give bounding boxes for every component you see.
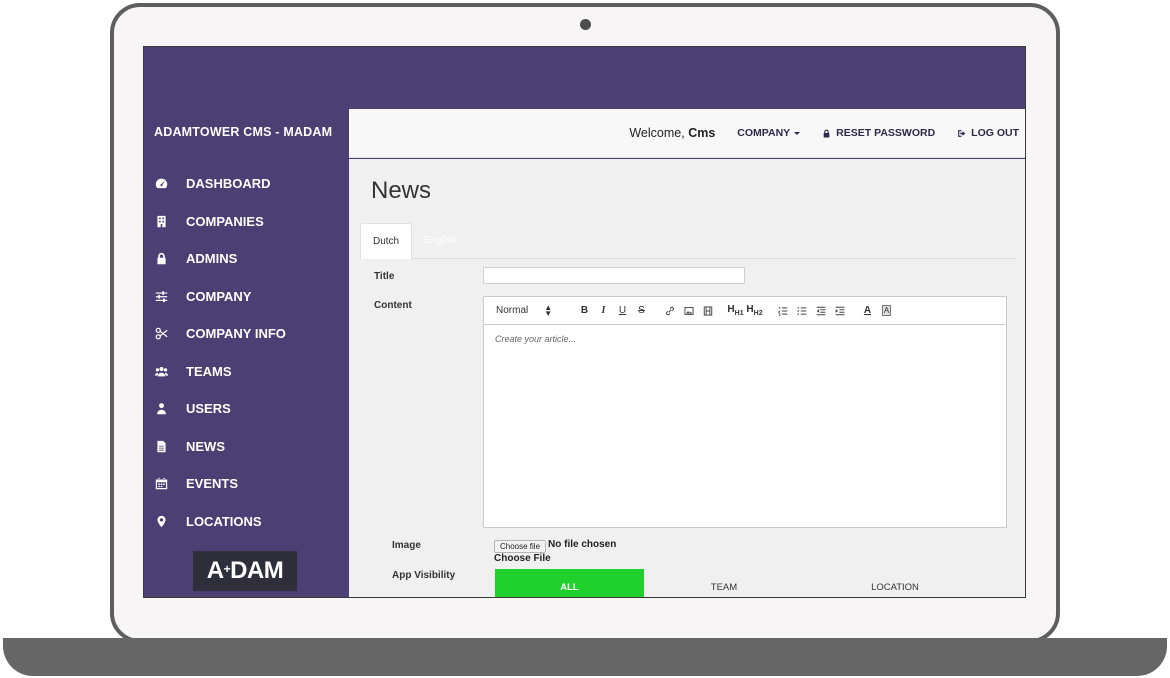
sidebar-item-label: COMPANY	[186, 288, 252, 304]
sign-out-icon	[958, 129, 966, 137]
topbar: Welcome, Cms COMPANY RESET PASSWORD LOG …	[349, 109, 1025, 158]
sliders-icon	[153, 288, 169, 304]
user-icon	[153, 401, 169, 417]
background-color-button[interactable]: A	[877, 305, 896, 316]
tab-english[interactable]: English	[412, 223, 469, 259]
sidebar-item-label: COMPANY INFO	[186, 326, 286, 342]
link-icon	[665, 306, 674, 315]
outdent-icon	[816, 306, 825, 315]
adam-logo: A + DAM	[193, 551, 297, 591]
file-status-text: No file chosen	[548, 539, 617, 550]
screen: ADAMTOWER CMS - MADAM DASHBOARD COMPANIE…	[143, 46, 1026, 598]
company-dropdown[interactable]: COMPANY	[737, 127, 801, 139]
laptop-base	[3, 638, 1167, 676]
app-visibility-label: App Visibility	[392, 570, 456, 581]
heading2-button[interactable]: HH2	[745, 304, 764, 317]
choose-file-label: Choose File	[494, 553, 551, 564]
sidebar-item-label: LOCATIONS	[186, 513, 262, 529]
film-icon	[703, 305, 712, 316]
sidebar-item-company[interactable]: COMPANY	[144, 278, 349, 316]
sidebar-item-dashboard[interactable]: DASHBOARD	[144, 165, 349, 203]
log-out-link[interactable]: LOG OUT	[957, 127, 1019, 139]
main-content: News Dutch English Title Content Normal …	[349, 159, 1025, 597]
sidebar-item-companies[interactable]: COMPANIES	[144, 203, 349, 241]
sidebar-item-label: TEAMS	[186, 363, 232, 379]
calendar-icon	[153, 476, 169, 492]
indent-icon	[835, 306, 844, 315]
sidebar-item-teams[interactable]: TEAMS	[144, 353, 349, 391]
building-icon	[153, 213, 169, 229]
bullet-list-button[interactable]	[792, 306, 811, 316]
video-button[interactable]	[698, 305, 717, 316]
italic-button[interactable]: I	[594, 305, 613, 316]
scissors-icon	[153, 326, 169, 342]
sidebar-item-users[interactable]: USERS	[144, 390, 349, 428]
rich-text-editor: Normal ▲ ▼ B I U S HH1 HH2 A A Create yo…	[483, 296, 1007, 528]
caret-down-icon	[794, 131, 801, 135]
outdent-button[interactable]	[811, 306, 830, 316]
language-tabs: Dutch English	[360, 223, 1017, 259]
visibility-option-location[interactable]: LOCATION	[809, 569, 981, 597]
visibility-option-all[interactable]: ALL	[495, 569, 644, 597]
image-button[interactable]	[679, 306, 698, 316]
sidebar-item-company-info[interactable]: COMPANY INFO	[144, 315, 349, 353]
sidebar: ADAMTOWER CMS - MADAM DASHBOARD COMPANIE…	[144, 109, 349, 597]
title-label: Title	[374, 271, 395, 282]
sidebar-item-locations[interactable]: LOCATIONS	[144, 503, 349, 541]
editor-content-area[interactable]: Create your article...	[484, 325, 1006, 353]
bullet-list-icon	[797, 306, 806, 315]
camera-dot	[580, 19, 591, 30]
link-button[interactable]	[660, 306, 679, 316]
heading1-button[interactable]: HH1	[726, 304, 745, 317]
image-label: Image	[392, 540, 421, 551]
ordered-list-icon	[777, 306, 787, 316]
brand-title: ADAMTOWER CMS - MADAM	[154, 125, 333, 139]
sidebar-item-label: USERS	[186, 401, 231, 417]
visibility-option-team[interactable]: TEAM	[649, 569, 799, 597]
map-marker-icon	[153, 513, 169, 529]
dashboard-icon	[153, 176, 169, 192]
sidebar-item-label: DASHBOARD	[186, 176, 271, 192]
welcome-user: Cms	[688, 126, 716, 140]
page-title: News	[371, 177, 432, 204]
content-label: Content	[374, 300, 412, 311]
sidebar-nav: DASHBOARD COMPANIES ADMINS COMPANY COMPA…	[144, 165, 349, 540]
document-icon	[153, 438, 169, 454]
choose-file-button[interactable]: Choose file	[494, 540, 547, 553]
sidebar-item-label: NEWS	[186, 438, 225, 454]
lock-icon	[153, 251, 169, 267]
welcome-text: Welcome, Cms	[629, 126, 716, 140]
lock-icon	[823, 129, 830, 137]
sidebar-item-news[interactable]: NEWS	[144, 428, 349, 466]
bold-button[interactable]: B	[575, 305, 594, 316]
sidebar-item-admins[interactable]: ADMINS	[144, 240, 349, 278]
updown-arrows-icon: ▲ ▼	[544, 302, 553, 318]
indent-button[interactable]	[830, 306, 849, 316]
sidebar-item-label: ADMINS	[186, 251, 238, 267]
sidebar-item-label: COMPANIES	[186, 213, 264, 229]
image-icon	[683, 306, 694, 315]
sidebar-item-label: EVENTS	[186, 476, 239, 492]
users-group-icon	[153, 363, 169, 379]
sidebar-item-events[interactable]: EVENTS	[144, 465, 349, 503]
ordered-list-button[interactable]	[773, 306, 792, 316]
text-color-button[interactable]: A	[858, 305, 877, 316]
strikethrough-button[interactable]: S	[632, 305, 651, 316]
title-input[interactable]	[483, 267, 745, 284]
underline-button[interactable]: U	[613, 305, 632, 316]
editor-toolbar: Normal ▲ ▼ B I U S HH1 HH2 A A	[484, 297, 1006, 325]
reset-password-link[interactable]: RESET PASSWORD	[822, 127, 935, 139]
tab-dutch[interactable]: Dutch	[360, 223, 413, 259]
format-select[interactable]: Normal ▲ ▼	[496, 302, 566, 318]
